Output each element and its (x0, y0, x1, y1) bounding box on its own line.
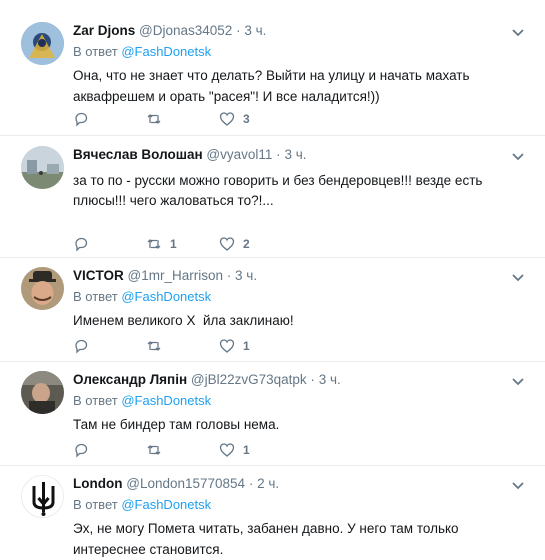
tweet-header: Олександр Ляпін @jBl22zvG73qatpk · 3 ч. (73, 362, 531, 389)
author-handle[interactable]: @jBl22zvG73qatpk (191, 372, 307, 387)
chevron-down-icon[interactable] (511, 273, 525, 283)
separator-dot: · (226, 268, 232, 283)
chevron-down-icon[interactable] (511, 28, 525, 38)
like-count: 1 (243, 339, 250, 353)
author-name[interactable]: Олександр Ляпін (73, 372, 187, 387)
tweet-item[interactable]: Zar Djons @Djonas34052 · 3 ч. В ответ @F… (0, 0, 545, 136)
retweet-icon (147, 114, 161, 124)
heart-icon (219, 237, 235, 251)
tweet-header: Вячеслав Волошан @vyavol11 · 3 ч. (73, 136, 531, 164)
tweet-text: Она, что не знает что делать? Выйти на у… (73, 68, 470, 104)
author-name[interactable]: London (73, 476, 122, 491)
reply-prefix: В ответ (73, 497, 118, 512)
tweet-actions: 3 (73, 109, 292, 129)
retweet-count: 1 (170, 237, 177, 251)
reply-icon (75, 443, 88, 458)
reply-context: В ответ @FashDonetsk (73, 288, 531, 306)
timestamp[interactable]: 3 ч. (235, 268, 257, 283)
reply-mention-link[interactable]: @FashDonetsk (121, 289, 211, 304)
timestamp[interactable]: 2 ч. (257, 476, 279, 491)
heart-icon (219, 112, 235, 126)
separator-dot: · (276, 147, 281, 162)
tweet-item[interactable]: Вячеслав Волошан @vyavol11 · 3 ч. за то … (0, 136, 545, 258)
like-button[interactable]: 1 (219, 338, 292, 354)
reply-context: В ответ @FashDonetsk (73, 43, 531, 61)
like-button[interactable]: 3 (219, 111, 292, 127)
heart-icon (219, 443, 235, 457)
reply-button[interactable] (73, 111, 146, 127)
tweet-text: за то по - русски можно говорить и без б… (73, 173, 483, 208)
avatar[interactable] (21, 267, 64, 310)
reply-prefix: В ответ (73, 44, 118, 59)
reply-mention-link[interactable]: @FashDonetsk (121, 393, 211, 408)
author-handle[interactable]: @1mr_Harrison (128, 268, 223, 283)
reply-mention-link[interactable]: @FashDonetsk (121, 44, 211, 59)
separator-dot: · (248, 476, 254, 491)
author-name[interactable]: Вячеслав Волошан (73, 147, 203, 162)
reply-button[interactable] (73, 442, 146, 458)
chevron-down-icon[interactable] (511, 377, 525, 387)
author-handle[interactable]: @London15770854 (126, 476, 245, 491)
tweet-header: Zar Djons @Djonas34052 · 3 ч. (73, 0, 531, 40)
reply-icon (75, 237, 88, 252)
reply-prefix: В ответ (73, 393, 118, 408)
tweet-text: Эх, не могу Помета читать, забанен давно… (73, 521, 459, 557)
reply-button[interactable] (73, 236, 146, 252)
like-button[interactable]: 2 (219, 236, 292, 252)
chevron-down-icon[interactable] (511, 152, 525, 162)
timestamp[interactable]: 3 ч. (244, 23, 266, 38)
avatar[interactable] (21, 146, 64, 189)
like-count: 3 (243, 112, 250, 126)
reply-button[interactable] (73, 338, 146, 354)
retweet-button[interactable] (146, 338, 219, 354)
author-handle[interactable]: @Djonas34052 (139, 23, 232, 38)
like-count: 1 (243, 443, 250, 457)
retweet-icon (147, 239, 161, 249)
tweet-actions: 1 (73, 336, 292, 356)
like-button[interactable]: 1 (219, 442, 292, 458)
separator-dot: · (310, 372, 315, 387)
chevron-down-icon[interactable] (511, 481, 525, 491)
reply-mention-link[interactable]: @FashDonetsk (121, 497, 211, 512)
reply-timeline: Zar Djons @Djonas34052 · 3 ч. В ответ @F… (0, 0, 545, 560)
tweet-item[interactable]: VICTOR @1mr_Harrison · 3 ч. В ответ @Fas… (0, 258, 545, 362)
like-count: 2 (243, 237, 250, 251)
timestamp[interactable]: 3 ч. (284, 147, 306, 162)
reply-icon (75, 339, 88, 354)
retweet-icon (147, 445, 161, 455)
author-name[interactable]: VICTOR (73, 268, 124, 283)
tweet-actions: 1 2 (73, 234, 292, 254)
retweet-button[interactable]: 1 (146, 236, 219, 252)
tweet-actions: 1 (73, 440, 292, 460)
tweet-header: VICTOR @1mr_Harrison · 3 ч. (73, 258, 531, 285)
heart-icon (219, 339, 235, 353)
tweet-item[interactable]: London @London15770854 · 2 ч. В ответ @F… (0, 466, 545, 560)
reply-prefix: В ответ (73, 289, 118, 304)
author-name[interactable]: Zar Djons (73, 23, 135, 38)
separator-dot: · (236, 23, 241, 38)
author-handle[interactable]: @vyavol11 (206, 147, 272, 162)
retweet-icon (147, 341, 161, 351)
timestamp[interactable]: 3 ч. (319, 372, 341, 387)
retweet-button[interactable] (146, 442, 219, 458)
tweet-text: Там не биндер там головы нема. (73, 417, 280, 432)
reply-icon (75, 112, 88, 127)
trident-icon (22, 476, 63, 517)
retweet-button[interactable] (146, 111, 219, 127)
tweet-item[interactable]: Олександр Ляпін @jBl22zvG73qatpk · 3 ч. … (0, 362, 545, 466)
reply-context: В ответ @FashDonetsk (73, 496, 531, 514)
avatar[interactable] (21, 22, 64, 65)
avatar[interactable] (21, 371, 64, 414)
avatar[interactable] (21, 475, 64, 518)
tweet-header: London @London15770854 · 2 ч. (73, 466, 531, 493)
reply-context: В ответ @FashDonetsk (73, 392, 531, 410)
tweet-text: Именем великого Х йла заклинаю! (73, 313, 294, 328)
